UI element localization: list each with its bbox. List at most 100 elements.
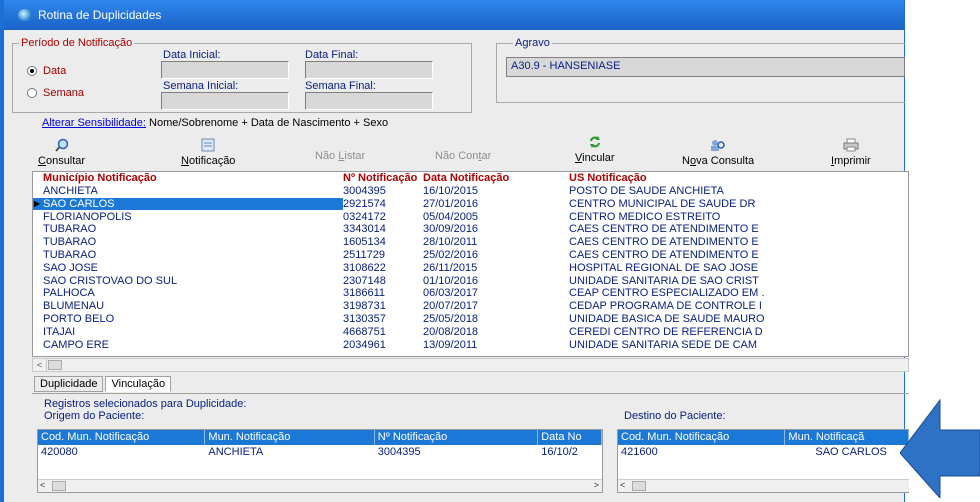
- table-cell: 30/09/2016: [423, 223, 479, 236]
- table-row[interactable]: SAO JOSE 3108622 26/11/2015 HOSPITAL REGION…: [33, 262, 908, 274]
- table-row[interactable]: ANCHIETA 3004395 16/10/2015 POSTO DE SAUDE …: [33, 185, 908, 197]
- table-row[interactable]: TUBARAO 1605134 28/10/2011 CAES CENTRO DE A…: [33, 236, 908, 248]
- destino-grid[interactable]: Cod. Mun. Notificação Mun. Notificaçã 42…: [617, 429, 909, 493]
- origem-col-num[interactable]: Nº Notificação: [375, 430, 539, 445]
- semana-final-field[interactable]: [305, 92, 433, 110]
- table-cell: FLORIANOPOLIS: [43, 210, 132, 223]
- nao-listar-label: istar: [344, 150, 366, 162]
- tab-vinculacao[interactable]: Vinculação: [105, 376, 172, 392]
- origem-cell-cod: 420080: [41, 446, 78, 458]
- refresh-icon: [589, 136, 600, 148]
- table-cell: CEREDI CENTRO DE REFERENCIA D: [569, 325, 763, 338]
- agravo-field[interactable]: A30.9 - HANSENIASE: [506, 57, 905, 77]
- destino-scroll-thumb[interactable]: [632, 481, 646, 491]
- col-numero[interactable]: Nº Notificação: [343, 172, 423, 185]
- origem-cell-data: 16/10/2: [541, 446, 578, 458]
- radio-data-dot[interactable]: [27, 66, 37, 76]
- table-cell: 3343014: [343, 223, 386, 236]
- nova-consulta-button[interactable]: Nova Consulta: [682, 138, 754, 167]
- table-cell: 27/01/2016: [423, 197, 479, 210]
- semana-final-label: Semana Final:: [305, 80, 376, 92]
- table-cell: 05/04/2005: [423, 210, 479, 223]
- notificacao-button[interactable]: Notificação: [181, 138, 235, 167]
- destino-cell-cod: 421600: [621, 446, 658, 458]
- table-row[interactable]: TUBARAO 2511729 25/02/2016 CAES CENTRO DE A…: [33, 249, 908, 261]
- destino-col-mun[interactable]: Mun. Notificaçã: [785, 430, 909, 445]
- origem-col-mun[interactable]: Mun. Notificação: [205, 430, 375, 445]
- origem-col-cod[interactable]: Cod. Mun. Notificação: [38, 430, 206, 445]
- col-data[interactable]: Data Notificação: [423, 172, 569, 185]
- row-indicator-icon: ▶: [34, 198, 41, 208]
- nao-contar-button[interactable]: Não Contar: [435, 150, 491, 162]
- data-final-field[interactable]: [305, 61, 433, 79]
- vincular-button[interactable]: Vincular: [575, 135, 615, 164]
- origem-scroll-left-icon[interactable]: <: [40, 480, 45, 490]
- origem-scroll-thumb[interactable]: [52, 481, 66, 491]
- table-cell: UNIDADE SANITARIA DE SAO CRIST: [569, 274, 759, 287]
- scroll-thumb[interactable]: [48, 360, 62, 370]
- table-cell: 3130357: [343, 313, 386, 325]
- nao-listar-label-pre: Não: [315, 150, 339, 162]
- destino-col-cod[interactable]: Cod. Mun. Notificação: [618, 430, 786, 445]
- table-row[interactable]: TUBARAO 3343014 30/09/2016 CAES CENTRO DE A…: [33, 223, 908, 235]
- tab-duplicidade[interactable]: Duplicidade: [34, 376, 104, 392]
- table-row[interactable]: PORTO BELO 3130357 25/05/2018 UNIDADE BASIC…: [33, 313, 908, 325]
- semana-inicial-label: Semana Inicial:: [163, 80, 239, 92]
- table-cell: PALHOCA: [43, 287, 95, 300]
- table-row[interactable]: SAO CRISTOVAO DO SUL 2307148 01/10/2016 UNI…: [33, 275, 908, 287]
- destino-row[interactable]: 421600 SAO CARLOS: [618, 445, 909, 459]
- origem-grid[interactable]: Cod. Mun. Notificação Mun. Notificação N…: [37, 429, 603, 493]
- scroll-left-icon[interactable]: <: [33, 359, 47, 371]
- table-cell: 20/08/2018: [423, 325, 479, 338]
- table-row[interactable]: PALHOCA 3186611 06/03/2017 CEAP CENTRO ESPE…: [33, 287, 908, 299]
- imprimir-button[interactable]: Imprimir: [831, 138, 871, 167]
- origem-col-data[interactable]: Data No: [538, 430, 602, 445]
- origem-scroll-right-icon[interactable]: >: [594, 480, 599, 490]
- magnifier-icon: [54, 138, 68, 152]
- table-cell: CEDAP PROGRAMA DE CONTROLE I: [569, 300, 762, 313]
- destino-scroll-left-icon[interactable]: <: [620, 480, 625, 490]
- table-row[interactable]: BLUMENAU 3198731 20/07/2017 CEDAP PROGRAMA …: [33, 300, 908, 312]
- col-municipio[interactable]: Município Notificação: [33, 172, 343, 185]
- notifications-grid[interactable]: Município Notificação Nº Notificação Dat…: [32, 171, 909, 357]
- table-cell: BLUMENAU: [43, 300, 105, 313]
- nao-contar-label: ar: [481, 150, 492, 162]
- alterar-sensibilidade-link[interactable]: Alterar Sensibilidade:: [42, 117, 146, 129]
- radio-semana-dot[interactable]: [27, 88, 37, 98]
- title-bar[interactable]: Rotina de Duplicidades: [4, 0, 904, 30]
- table-cell: UNIDADE SANITARIA SEDE DE CAM: [569, 338, 758, 351]
- data-inicial-field[interactable]: [161, 61, 289, 79]
- table-cell: 3004395: [343, 185, 386, 197]
- search-people-icon: [711, 140, 725, 151]
- table-row[interactable]: ITAJAI 4668751 20/08/2018 CEREDI CENTRO DE …: [33, 326, 908, 338]
- col-us[interactable]: US Notificação: [569, 172, 908, 185]
- semana-inicial-field[interactable]: [161, 92, 289, 110]
- origem-scrollbar[interactable]: < >: [38, 479, 602, 492]
- table-row[interactable]: CAMPO ERE 2034961 13/09/2011 UNIDADE SANITA…: [33, 339, 908, 351]
- panel-title: Registros selecionados para Duplicidade:: [44, 398, 247, 410]
- nao-listar-button[interactable]: Não Listar: [315, 150, 365, 162]
- destino-scrollbar[interactable]: <: [618, 479, 909, 492]
- radio-data-label: Data: [43, 65, 67, 77]
- notificacao-label: otificação: [188, 155, 236, 167]
- grid-header: Município Notificação Nº Notificação Dat…: [33, 172, 908, 185]
- consultar-label-accel: C: [38, 155, 46, 167]
- radio-semana[interactable]: Semana: [27, 87, 84, 99]
- table-row[interactable]: ▶ SAO CARLOS 2921574 27/01/2016 CENTRO MUNIC…: [33, 197, 908, 210]
- notificacao-label-accel: N: [181, 155, 189, 167]
- table-cell: 0324172: [343, 210, 386, 223]
- table-cell: 28/10/2011: [423, 236, 478, 249]
- table-cell: 01/10/2016: [423, 274, 479, 287]
- origem-row[interactable]: 420080 ANCHIETA 3004395 16/10/2: [38, 445, 602, 459]
- table-cell: 3108622: [343, 261, 386, 274]
- grid-hscrollbar[interactable]: <: [32, 358, 909, 372]
- periodo-group: Período de Notificação Data Semana Data …: [12, 37, 472, 113]
- agravo-label: Agravo: [513, 37, 552, 49]
- window-title: Rotina de Duplicidades: [38, 8, 162, 22]
- consultar-button[interactable]: Consultar: [38, 138, 85, 167]
- table-cell: 2307148: [343, 274, 386, 287]
- table-row[interactable]: FLORIANOPOLIS 0324172 05/04/2005 CENTRO MED…: [33, 211, 908, 223]
- radio-data[interactable]: Data: [27, 65, 66, 77]
- origem-cell-mun: ANCHIETA: [208, 446, 264, 458]
- nao-contar-label-pre: Não Con: [435, 150, 479, 162]
